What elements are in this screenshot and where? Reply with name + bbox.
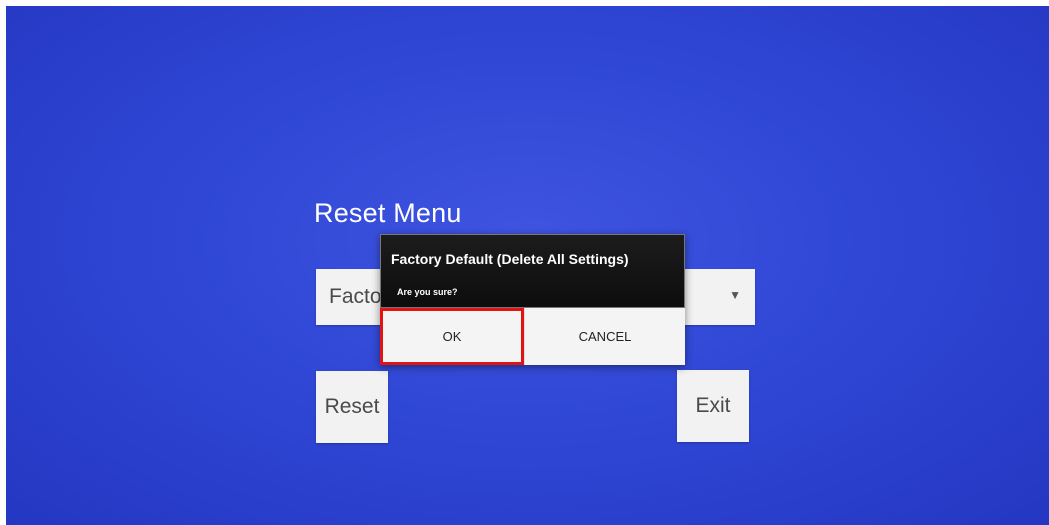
confirm-dialog: Factory Default (Delete All Settings) Ar… — [380, 234, 685, 365]
tv-screen: Reset Menu Factory Default (Delete All S… — [6, 6, 1049, 525]
dialog-message: Are you sure? — [397, 287, 458, 297]
dropdown-arrow-icon: ▼ — [729, 288, 741, 302]
menu-title: Reset Menu — [314, 198, 462, 228]
dialog-button-row: OK CANCEL — [380, 308, 685, 365]
dialog-title: Factory Default (Delete All Settings) — [391, 251, 629, 267]
exit-button[interactable]: Exit — [677, 370, 749, 442]
cancel-button[interactable]: CANCEL — [525, 308, 685, 365]
reset-button[interactable]: Reset — [316, 371, 388, 443]
ok-button[interactable]: OK — [380, 308, 524, 365]
dialog-header: Factory Default (Delete All Settings) Ar… — [380, 234, 685, 308]
